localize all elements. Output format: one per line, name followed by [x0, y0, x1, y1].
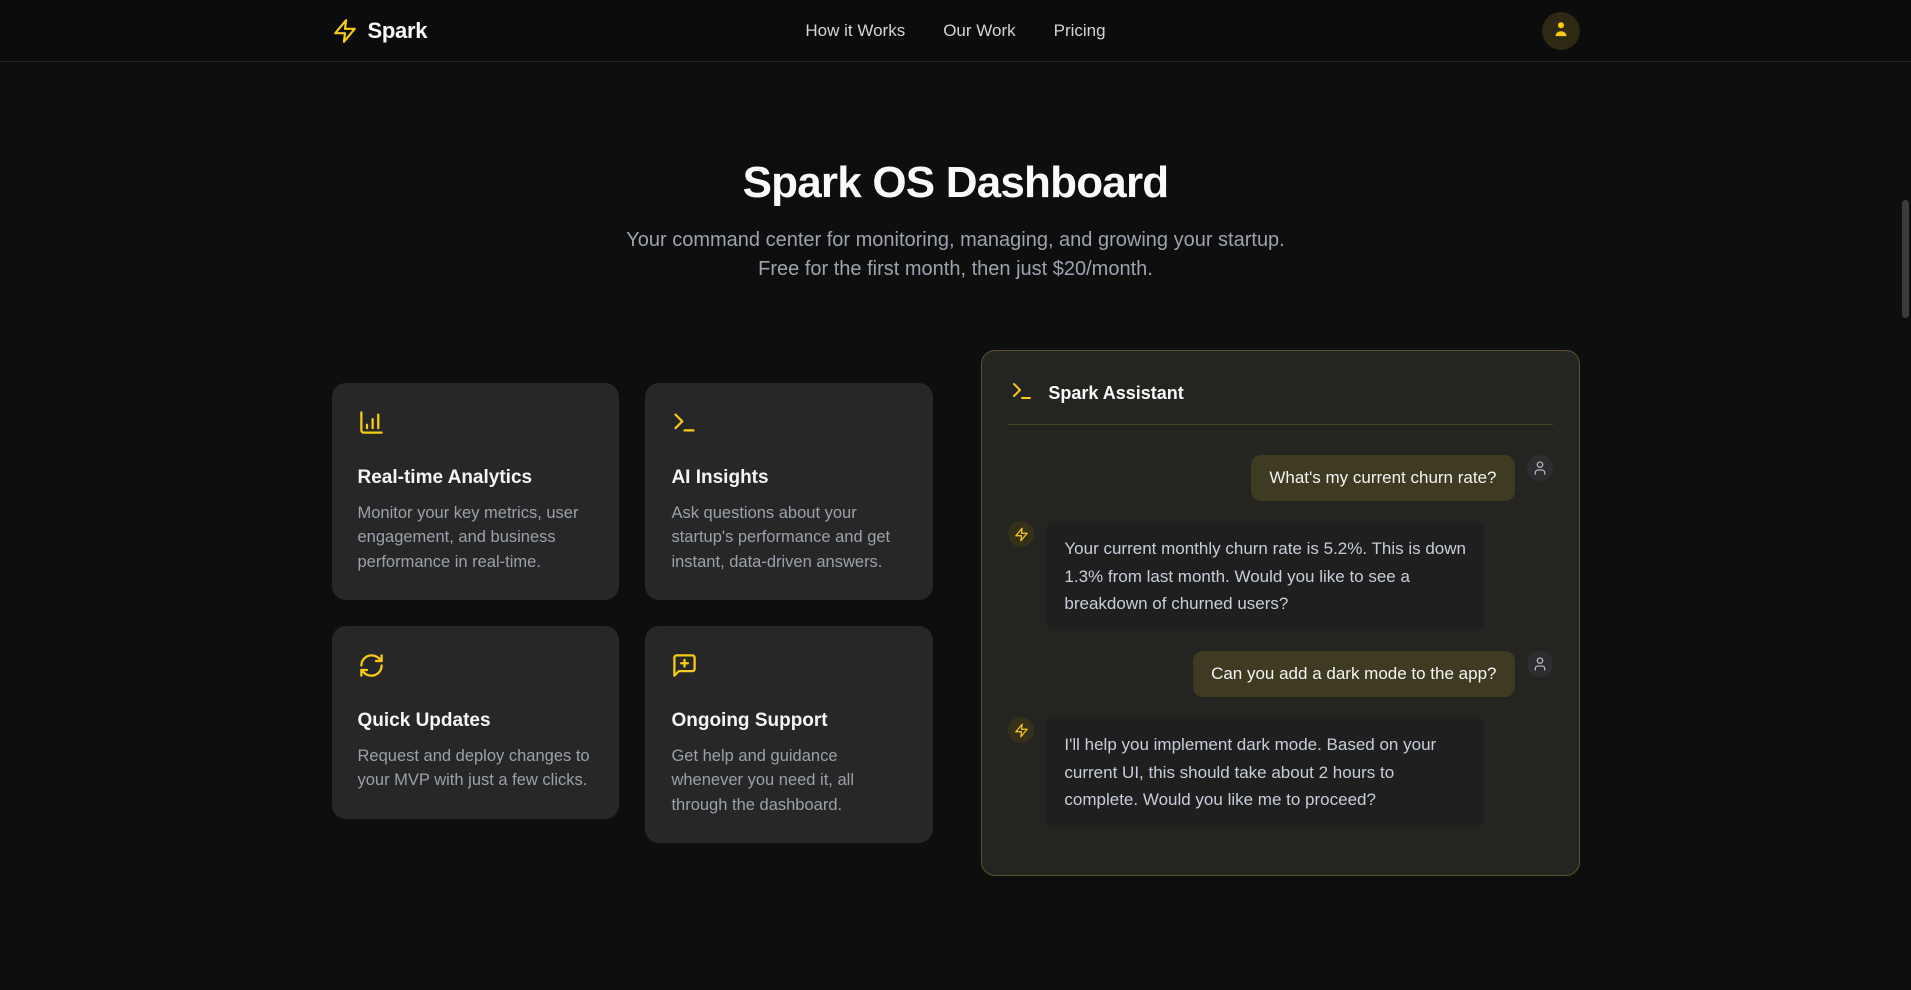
chat-title: Spark Assistant — [1048, 383, 1183, 404]
chat-messages: What's my current churn rate? Your curre… — [1008, 455, 1552, 827]
nav-link-our-work[interactable]: Our Work — [943, 21, 1015, 41]
feature-card-ai-insights: AI Insights Ask questions about your sta… — [645, 383, 933, 600]
site-header: Spark How it Works Our Work Pricing — [0, 0, 1911, 62]
feature-title: Ongoing Support — [671, 710, 907, 732]
chat-message-user: Can you add a dark mode to the app? — [1008, 651, 1552, 697]
terminal-icon — [1010, 379, 1034, 408]
feature-description: Request and deploy changes to your MVP w… — [358, 744, 594, 793]
hero-section: Spark OS Dashboard Your command center f… — [0, 62, 1911, 284]
brand-logo[interactable]: Spark — [332, 18, 428, 44]
main-section: Real-time Analytics Monitor your key met… — [332, 350, 1580, 876]
spark-assistant-panel: Spark Assistant What's my current churn … — [981, 350, 1579, 876]
page-title: Spark OS Dashboard — [0, 158, 1911, 208]
user-icon — [1551, 19, 1571, 42]
spark-bot-avatar — [1008, 521, 1034, 547]
user-message-bubble: What's my current churn rate? — [1251, 455, 1514, 501]
feature-title: Quick Updates — [358, 710, 594, 732]
chat-message-assistant: Your current monthly churn rate is 5.2%.… — [1008, 521, 1552, 631]
bar-chart-icon — [358, 409, 594, 441]
nav-link-pricing[interactable]: Pricing — [1054, 21, 1106, 41]
terminal-icon — [671, 409, 907, 441]
chat-message-assistant: I'll help you implement dark mode. Based… — [1008, 717, 1552, 827]
scrollbar-thumb[interactable] — [1902, 200, 1909, 318]
assistant-message-bubble: Your current monthly churn rate is 5.2%.… — [1046, 521, 1484, 631]
account-avatar-button[interactable] — [1542, 12, 1580, 50]
user-avatar — [1527, 651, 1553, 677]
brand-name: Spark — [368, 18, 428, 44]
refresh-icon — [358, 652, 594, 684]
feature-description: Monitor your key metrics, user engagemen… — [358, 501, 594, 574]
user-message-bubble: Can you add a dark mode to the app? — [1193, 651, 1514, 697]
chat-divider — [1008, 424, 1552, 425]
user-avatar — [1527, 455, 1553, 481]
assistant-message-bubble: I'll help you implement dark mode. Based… — [1046, 717, 1484, 827]
chat-message-user: What's my current churn rate? — [1008, 455, 1552, 501]
chat-header: Spark Assistant — [1008, 375, 1552, 408]
main-nav: How it Works Our Work Pricing — [805, 21, 1105, 41]
message-square-plus-icon — [671, 652, 907, 684]
feature-card-realtime-analytics: Real-time Analytics Monitor your key met… — [332, 383, 620, 600]
nav-link-how-it-works[interactable]: How it Works — [805, 21, 905, 41]
zap-icon — [332, 18, 358, 44]
features-grid: Real-time Analytics Monitor your key met… — [332, 383, 934, 843]
feature-card-quick-updates: Quick Updates Request and deploy changes… — [332, 626, 620, 819]
feature-title: AI Insights — [671, 467, 907, 489]
spark-bot-avatar — [1008, 717, 1034, 743]
feature-title: Real-time Analytics — [358, 467, 594, 489]
page-subtitle: Your command center for monitoring, mana… — [611, 226, 1301, 284]
feature-description: Get help and guidance whenever you need … — [671, 744, 907, 817]
feature-card-ongoing-support: Ongoing Support Get help and guidance wh… — [645, 626, 933, 843]
feature-description: Ask questions about your startup's perfo… — [671, 501, 907, 574]
